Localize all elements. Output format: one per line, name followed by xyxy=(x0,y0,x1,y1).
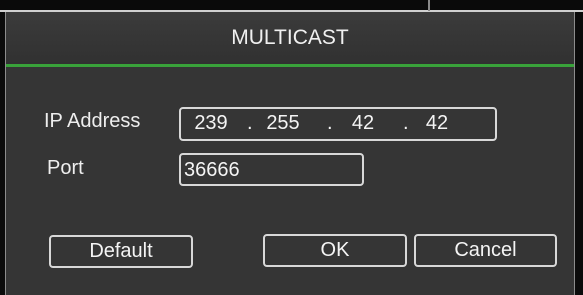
ip-octet-3[interactable]: 42 xyxy=(343,112,383,135)
ip-separator: . xyxy=(247,112,253,134)
background-divider xyxy=(428,0,430,11)
ip-separator: . xyxy=(327,112,333,134)
default-button[interactable]: Default xyxy=(49,235,193,268)
ok-button[interactable]: OK xyxy=(263,234,407,267)
ip-address-input[interactable]: 239 . 255 . 42 . 42 xyxy=(179,107,497,141)
title-accent-line xyxy=(6,64,574,67)
port-label: Port xyxy=(47,157,84,179)
port-value: 36666 xyxy=(184,159,240,181)
ip-octet-1[interactable]: 239 xyxy=(189,112,233,135)
ip-address-label: IP Address xyxy=(44,110,141,132)
multicast-dialog: MULTICAST IP Address 239 . 255 . 42 . 42… xyxy=(5,12,575,295)
dialog-title: MULTICAST xyxy=(231,26,349,49)
cancel-button[interactable]: Cancel xyxy=(414,234,557,267)
ip-octet-2[interactable]: 255 xyxy=(261,112,305,135)
ip-separator: . xyxy=(403,112,409,134)
port-input[interactable]: 36666 xyxy=(179,153,364,186)
ip-octet-4[interactable]: 42 xyxy=(417,112,457,135)
